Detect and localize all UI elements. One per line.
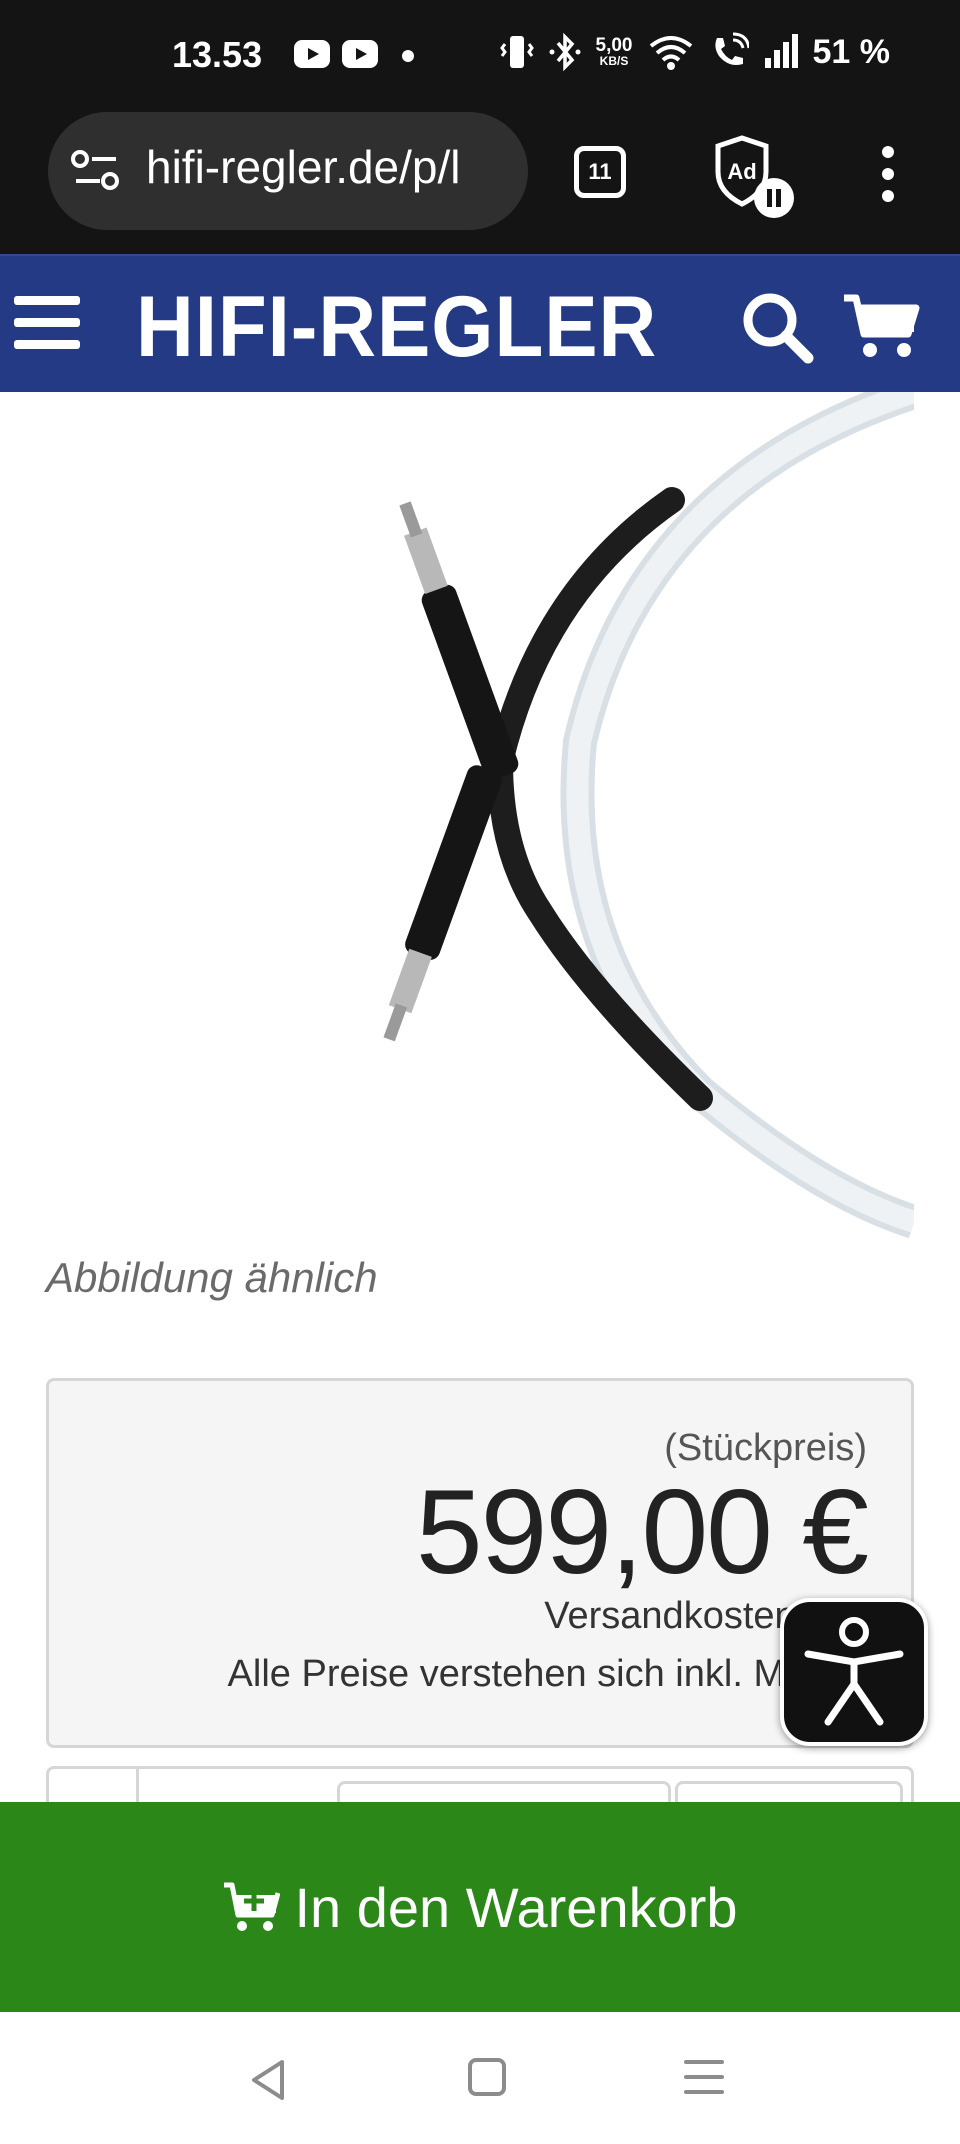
image-caption: Abbildung ähnlich bbox=[46, 1254, 378, 1301]
wifi-icon bbox=[649, 36, 692, 70]
battery-level: 51 % bbox=[812, 32, 891, 71]
notification-dot-icon bbox=[402, 50, 414, 62]
cart-icon[interactable] bbox=[842, 292, 922, 362]
cable-photo bbox=[383, 392, 914, 1239]
site-header: HIFI-REGLER bbox=[0, 254, 960, 392]
status-time: 13.53 bbox=[172, 34, 263, 75]
youtube-icon bbox=[342, 40, 378, 68]
wifi-calling-icon bbox=[714, 32, 749, 65]
address-bar[interactable]: hifi-regler.de/p/l bbox=[48, 112, 528, 230]
browser-toolbar: hifi-regler.de/p/l 11 Ad bbox=[0, 110, 960, 254]
price: 599,00 € bbox=[415, 1465, 869, 1599]
status-icons: 5,00 KB/S 51 % bbox=[499, 32, 891, 72]
site-settings-icon[interactable] bbox=[70, 148, 122, 194]
search-icon[interactable] bbox=[740, 290, 816, 366]
add-to-cart-button[interactable]: In den Warenkorb bbox=[0, 1802, 960, 2012]
network-speed-value: 5,00 bbox=[595, 35, 633, 56]
accessibility-button[interactable] bbox=[780, 1598, 928, 1746]
adblock-label: Ad bbox=[727, 159, 756, 184]
back-icon[interactable] bbox=[248, 2058, 288, 2102]
hamburger-menu-icon[interactable] bbox=[14, 296, 80, 362]
site-logo[interactable]: HIFI-REGLER bbox=[136, 278, 657, 377]
youtube-icon bbox=[294, 40, 330, 68]
accessibility-icon bbox=[804, 1617, 904, 1726]
network-speed: 5,00 KB/S bbox=[596, 36, 633, 68]
tab-switcher-icon[interactable]: 11 bbox=[574, 146, 626, 198]
adblock-icon[interactable]: Ad bbox=[712, 134, 802, 224]
add-to-cart-label: In den Warenkorb bbox=[294, 1875, 738, 1939]
bluetooth-icon bbox=[549, 32, 581, 72]
vat-text: Alle Preise verstehen sich inkl. MwSt. bbox=[227, 1653, 859, 1695]
status-bar: 13.53 5,00 KB/S 51 % bbox=[0, 0, 960, 110]
vibrate-icon bbox=[499, 36, 534, 68]
signal-icon bbox=[764, 34, 798, 68]
system-nav-bar bbox=[0, 2012, 960, 2144]
url-text[interactable]: hifi-regler.de/p/l bbox=[146, 140, 461, 194]
product-image[interactable] bbox=[0, 392, 914, 1254]
recents-icon[interactable] bbox=[684, 2060, 724, 2105]
more-menu-icon[interactable] bbox=[878, 146, 898, 212]
home-icon[interactable] bbox=[468, 2058, 506, 2096]
network-speed-unit: KB/S bbox=[599, 54, 629, 68]
cart-add-icon bbox=[224, 1882, 281, 1931]
